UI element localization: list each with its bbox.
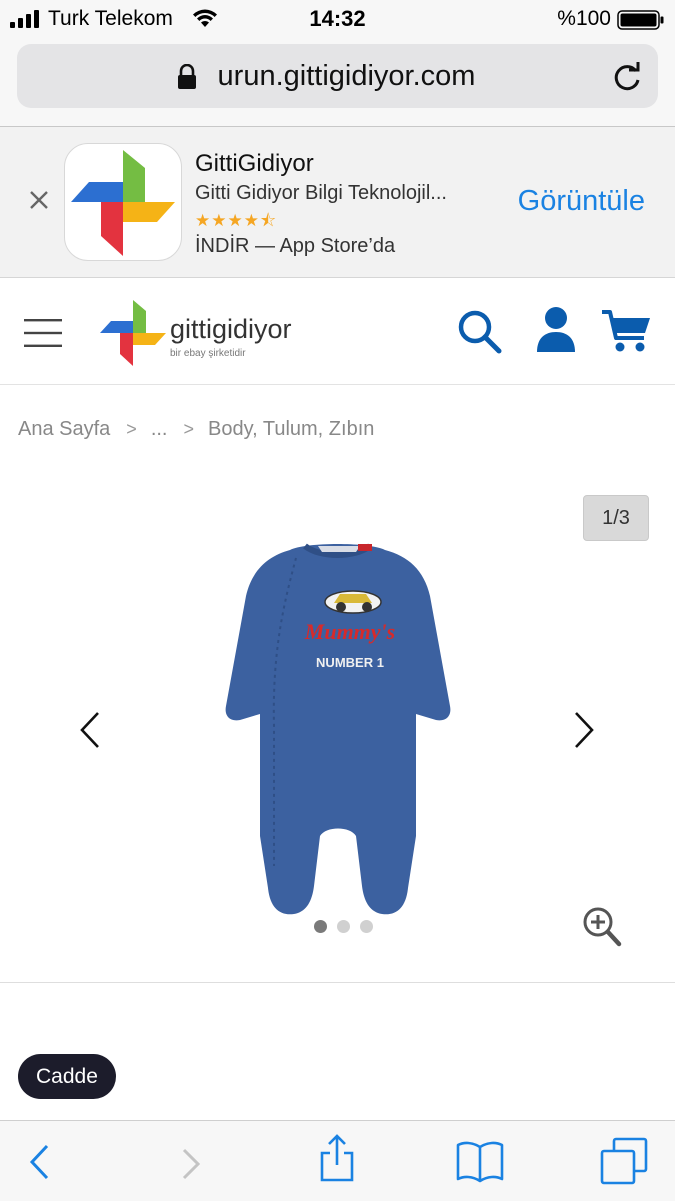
battery-percent: %100 (557, 7, 611, 30)
chevron-right-icon: > (126, 419, 137, 440)
divider (0, 982, 675, 983)
share-icon[interactable] (318, 1133, 356, 1183)
chevron-right-icon: > (183, 419, 194, 440)
print-text-line1: Mummy's (304, 619, 395, 644)
tabs-icon[interactable] (600, 1137, 648, 1185)
app-install-text: İNDİR — App Store’da (195, 235, 396, 257)
user-account-icon[interactable] (535, 306, 577, 352)
car-patch-icon (324, 590, 382, 614)
image-pagination-dots (312, 920, 382, 934)
breadcrumb-item-home[interactable]: Ana Sayfa (18, 418, 110, 441)
next-image-arrow-icon[interactable] (572, 710, 596, 750)
url-text: urun.gittigidiyor.com (217, 60, 476, 92)
app-icon (64, 143, 182, 261)
breadcrumb: Ana Sayfa >... > Body, Tulum, Zıbın (18, 418, 374, 441)
pagination-dot-3[interactable] (360, 920, 373, 933)
forward-arrow-icon[interactable] (180, 1147, 202, 1181)
back-arrow-icon[interactable] (28, 1143, 50, 1181)
site-logo[interactable]: gittigidiyor bir ebay şirketidir (98, 298, 328, 368)
hamburger-menu-icon[interactable] (24, 319, 62, 347)
app-store-banner: GittiGidiyor Gitti Gidiyor Bilgi Teknolo… (0, 127, 675, 278)
search-icon[interactable] (456, 308, 502, 354)
view-app-button[interactable]: Görüntüle (518, 185, 645, 218)
reload-icon[interactable] (612, 61, 642, 93)
product-image-onesie[interactable]: Mummy's NUMBER 1 (210, 536, 465, 921)
app-publisher: Gitti Gidiyor Bilgi Teknolojil... (195, 182, 447, 204)
logo-wordmark: gittigidiyor (170, 314, 292, 344)
rating-stars: ★★★★⯪ (195, 211, 278, 230)
zoom-in-icon[interactable] (582, 906, 622, 948)
site-header: gittigidiyor bir ebay şirketidir (0, 278, 675, 385)
app-name: GittiGidiyor (195, 150, 314, 177)
pinwheel-logo-icon (100, 300, 166, 366)
pinwheel-logo-icon (71, 150, 175, 256)
pagination-dot-2[interactable] (337, 920, 350, 933)
status-bar: Turk Telekom 14:32 %100 (0, 0, 675, 38)
bookmarks-icon[interactable] (456, 1139, 504, 1183)
logo-tagline: bir ebay şirketidir (170, 348, 246, 359)
image-counter-badge: 1/3 (583, 495, 649, 541)
print-text-line2: NUMBER 1 (316, 655, 384, 670)
previous-image-arrow-icon[interactable] (78, 710, 102, 750)
close-icon[interactable] (26, 187, 52, 213)
breadcrumb-item-category[interactable]: Body, Tulum, Zıbın (208, 418, 374, 441)
shopping-cart-icon[interactable] (600, 308, 652, 354)
pagination-dot-1[interactable] (314, 920, 327, 933)
browser-address-area: urun.gittigidiyor.com (0, 38, 675, 127)
store-chip[interactable]: Cadde (18, 1054, 116, 1099)
browser-toolbar (0, 1120, 675, 1201)
breadcrumb-item-ellipsis[interactable]: ... (151, 418, 168, 441)
battery-icon (617, 10, 664, 30)
address-bar[interactable]: urun.gittigidiyor.com (17, 44, 658, 108)
